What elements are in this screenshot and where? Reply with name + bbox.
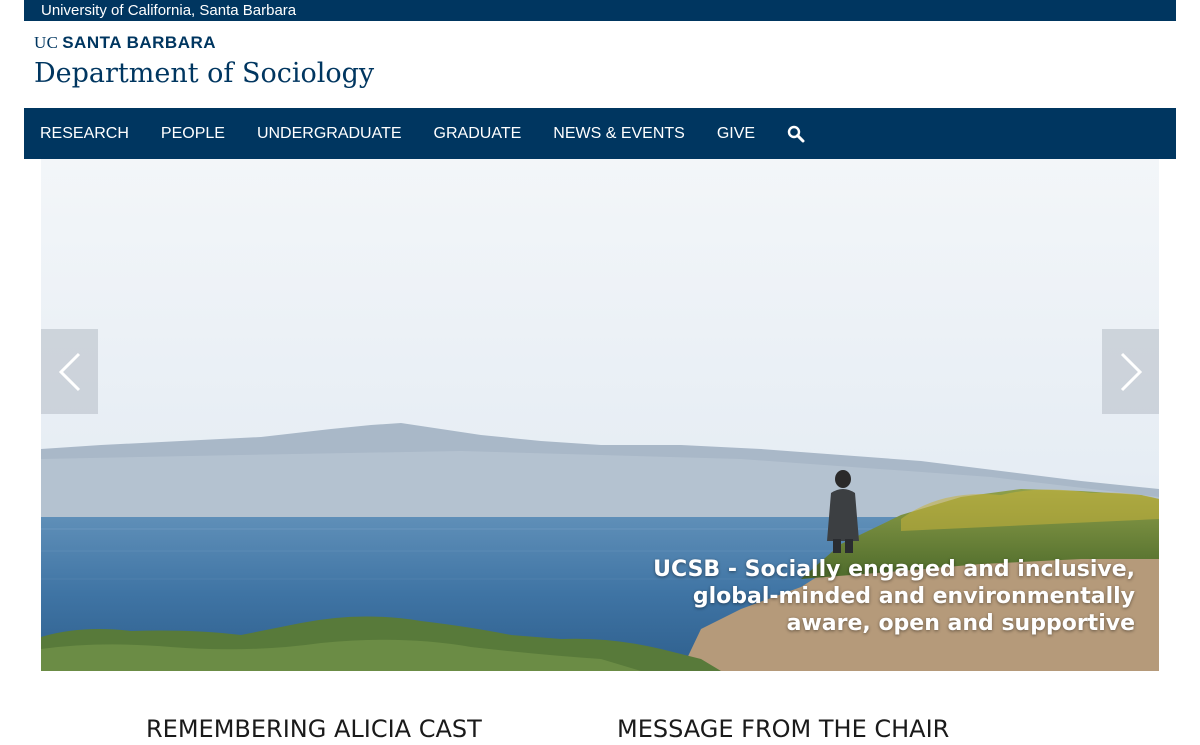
hero-caption: UCSB - Socially engaged and inclusive, g… bbox=[615, 556, 1135, 637]
nav-item-undergraduate[interactable]: UNDERGRADUATE bbox=[257, 108, 402, 159]
carousel-prev-button[interactable] bbox=[41, 329, 98, 414]
site-branding[interactable]: UC SANTA BARBARA Department of Sociology bbox=[34, 33, 534, 91]
chevron-right-icon bbox=[1120, 352, 1142, 391]
nav-item-graduate[interactable]: GRADUATE bbox=[434, 108, 522, 159]
uc-santa-barbara-logo[interactable]: UC SANTA BARBARA bbox=[34, 33, 534, 53]
hero-caption-line: aware, open and supportive bbox=[786, 611, 1135, 636]
university-banner: University of California, Santa Barbara bbox=[24, 0, 1176, 21]
nav-item-news-events[interactable]: NEWS & EVENTS bbox=[553, 108, 685, 159]
nav-item-give[interactable]: GIVE bbox=[717, 108, 755, 159]
chevron-left-icon bbox=[58, 352, 80, 391]
university-link[interactable]: University of California, Santa Barbara bbox=[41, 2, 296, 19]
search-icon bbox=[787, 125, 805, 142]
remembering-alicia-cast-heading[interactable]: REMEMBERING ALICIA CAST bbox=[146, 713, 482, 745]
hero-carousel: UCSB - Socially engaged and inclusive, g… bbox=[41, 159, 1159, 671]
nav-item-people[interactable]: PEOPLE bbox=[161, 108, 225, 159]
logo-santa-barbara: SANTA BARBARA bbox=[62, 33, 217, 52]
search-button[interactable] bbox=[787, 108, 805, 159]
main-navigation: RESEARCH PEOPLE UNDERGRADUATE GRADUATE N… bbox=[24, 108, 1176, 159]
message-from-chair-heading[interactable]: MESSAGE FROM THE CHAIR bbox=[617, 713, 949, 745]
logo-uc: UC bbox=[34, 33, 59, 52]
hero-caption-line: global-minded and environmentally bbox=[692, 584, 1135, 609]
carousel-next-button[interactable] bbox=[1102, 329, 1159, 414]
nav-item-research[interactable]: RESEARCH bbox=[40, 108, 129, 159]
department-title[interactable]: Department of Sociology bbox=[34, 57, 534, 91]
hero-caption-line: UCSB - Socially engaged and inclusive, bbox=[653, 557, 1135, 582]
